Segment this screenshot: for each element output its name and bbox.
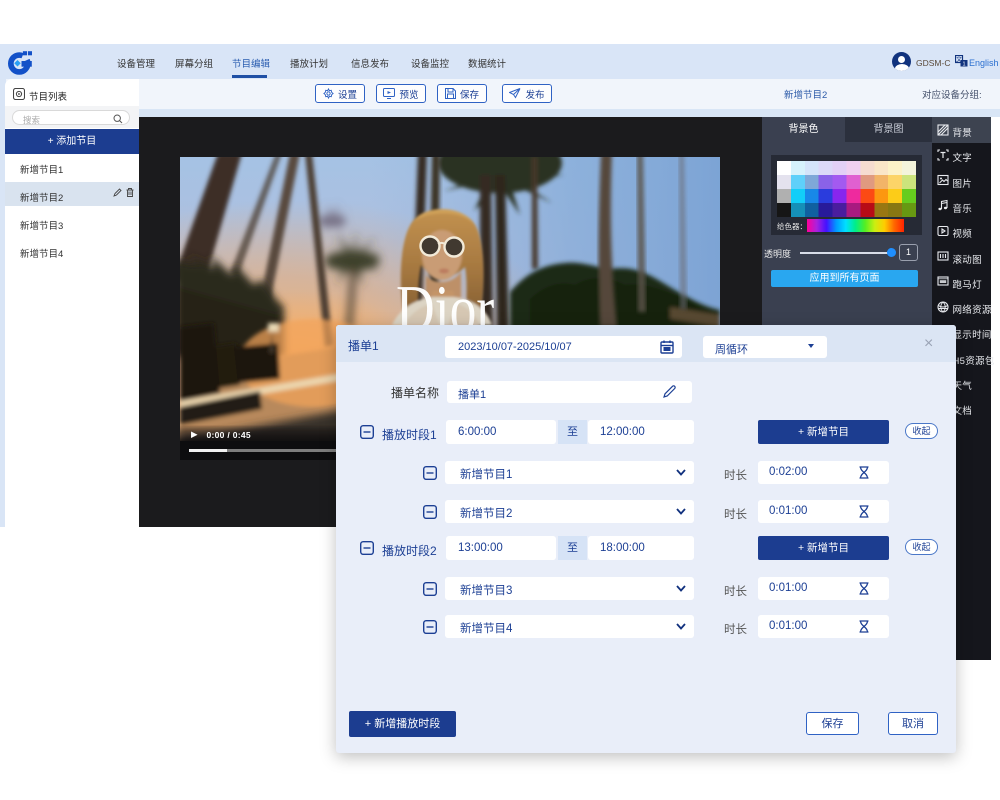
svg-text:1: 1 xyxy=(962,62,965,68)
